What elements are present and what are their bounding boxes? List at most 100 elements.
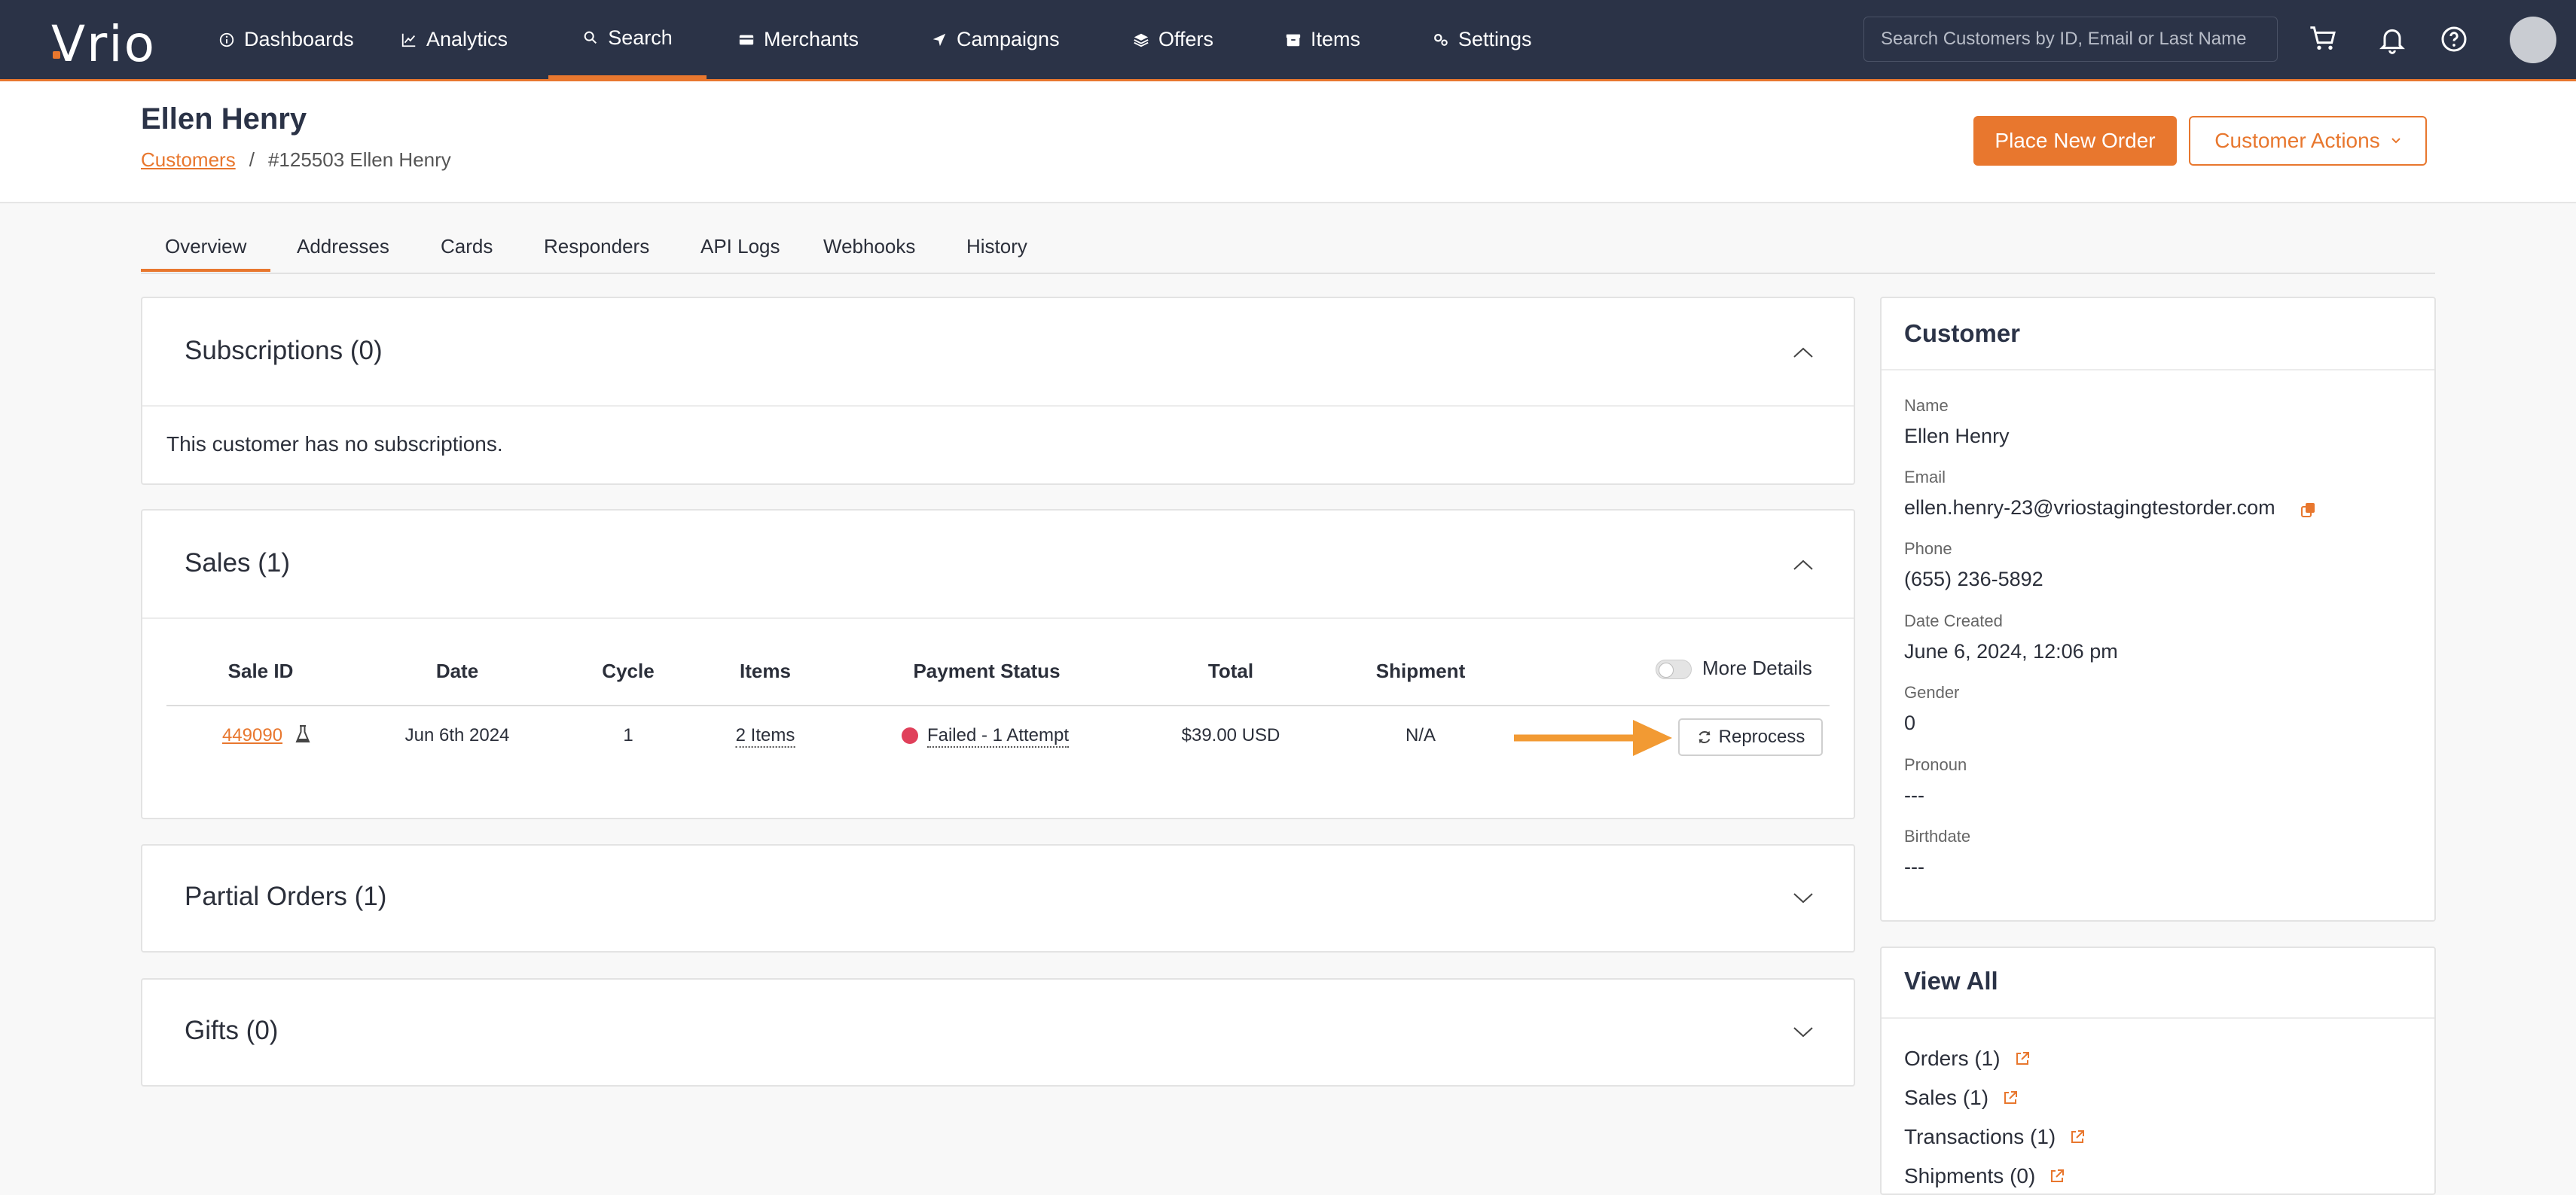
view-link-label: Sales (1)	[1904, 1086, 1989, 1109]
chevron-up-icon[interactable]	[1792, 557, 1814, 572]
breadcrumb-current: #125503 Ellen Henry	[267, 148, 451, 171]
view-all-title: View All	[1904, 967, 1998, 995]
nav-campaigns[interactable]: Campaigns	[931, 0, 1060, 79]
chevron-down-icon[interactable]	[1792, 1025, 1814, 1040]
chevron-up-icon[interactable]	[1792, 345, 1814, 360]
card-divider	[1882, 1017, 2434, 1019]
nav-merchants[interactable]: Merchants	[738, 0, 859, 79]
layers-icon	[1134, 33, 1149, 47]
reprocess-label: Reprocess	[1718, 727, 1805, 747]
nav-analytics[interactable]: Analytics	[401, 0, 508, 79]
col-cycle: Cycle	[602, 660, 655, 682]
nav-dashboards[interactable]: Dashboards	[218, 0, 354, 79]
view-transactions-link[interactable]: Transactions (1)	[1904, 1125, 2086, 1149]
field-value-birthdate: ---	[1904, 855, 1924, 878]
tab-webhooks[interactable]: Webhooks	[823, 235, 915, 258]
customer-actions-label: Customer Actions	[2214, 129, 2380, 152]
more-details-label: More Details	[1702, 657, 1812, 679]
col-items: Items	[740, 660, 791, 682]
tab-api-logs[interactable]: API Logs	[700, 235, 780, 258]
nav-search[interactable]: Search	[548, 0, 707, 79]
tab-overview[interactable]: Overview	[141, 235, 271, 272]
sale-items-link[interactable]: 2 Items	[735, 725, 795, 748]
line-chart-icon	[401, 33, 416, 47]
gifts-panel: Gifts (0)	[141, 978, 1855, 1087]
customer-actions-button[interactable]: Customer Actions	[2189, 116, 2427, 166]
view-link-label: Shipments (0)	[1904, 1164, 2036, 1187]
field-label-email: Email	[1904, 468, 1946, 486]
sale-total: $39.00 USD	[1181, 725, 1280, 745]
breadcrumb: Customers / #125503 Ellen Henry	[141, 148, 451, 172]
nav-items[interactable]: Items	[1285, 0, 1360, 79]
partial-orders-title: Partial Orders (1)	[185, 882, 387, 911]
col-date: Date	[435, 660, 479, 682]
field-label-birthdate: Birthdate	[1904, 827, 1971, 846]
external-link-icon	[2071, 1130, 2085, 1143]
col-total: Total	[1207, 660, 1254, 682]
customer-search-input[interactable]: Search Customers by ID, Email or Last Na…	[1863, 17, 2278, 62]
tab-addresses[interactable]: Addresses	[297, 235, 389, 258]
field-value-phone: (655) 236-5892	[1904, 568, 2043, 590]
col-sale-id: Sale ID	[227, 660, 294, 682]
reprocess-button[interactable]: Reprocess	[1678, 718, 1823, 756]
nav-label: Settings	[1458, 28, 1532, 50]
cart-icon[interactable]	[2308, 23, 2338, 53]
sale-date: Jun 6th 2024	[404, 725, 510, 745]
help-icon[interactable]	[2439, 24, 2469, 54]
field-label-date-created: Date Created	[1904, 611, 2003, 630]
tab-cards[interactable]: Cards	[441, 235, 493, 258]
nav-settings[interactable]: Settings	[1433, 0, 1532, 79]
arrow-annotation-icon	[1514, 720, 1672, 756]
view-shipments-link[interactable]: Shipments (0)	[1904, 1164, 2065, 1188]
nav-offers[interactable]: Offers	[1133, 0, 1213, 79]
external-link-icon	[2051, 1169, 2065, 1182]
panel-divider	[142, 617, 1854, 619]
gifts-title: Gifts (0)	[185, 1016, 279, 1045]
sale-id-link[interactable]: 449090	[222, 725, 282, 746]
breadcrumb-separator: /	[249, 148, 255, 171]
subscriptions-panel: Subscriptions (0) This customer has no s…	[141, 297, 1855, 485]
logo-accent	[53, 51, 60, 59]
tab-history[interactable]: History	[966, 235, 1027, 258]
nav-label: Search	[608, 26, 673, 49]
field-value-email: ellen.henry-23@vriostagingtestorder.com	[1904, 496, 2275, 519]
user-avatar[interactable]	[2510, 17, 2556, 63]
chevron-down-icon[interactable]	[1792, 891, 1814, 906]
breadcrumb-customers-link[interactable]: Customers	[141, 148, 236, 172]
table-header-divider	[166, 705, 1830, 706]
sales-title: Sales (1)	[185, 548, 291, 578]
nav-label: Merchants	[764, 28, 859, 50]
field-label-phone: Phone	[1904, 539, 1952, 558]
search-placeholder: Search Customers by ID, Email or Last Na…	[1881, 29, 2247, 49]
box-icon	[1286, 34, 1301, 46]
info-circle-icon	[219, 32, 234, 47]
field-value-pronoun: ---	[1904, 784, 1924, 806]
partial-orders-panel: Partial Orders (1)	[141, 844, 1855, 953]
view-link-label: Orders (1)	[1904, 1047, 2001, 1070]
customer-card-title: Customer	[1904, 319, 2021, 347]
col-shipment: Shipment	[1375, 660, 1466, 682]
refresh-icon	[1699, 730, 1710, 744]
external-link-icon	[2016, 1052, 2029, 1065]
flask-icon	[295, 725, 310, 742]
field-value-name: Ellen Henry	[1904, 425, 2010, 447]
subscriptions-empty-text: This customer has no subscriptions.	[166, 432, 503, 456]
subscriptions-title: Subscriptions (0)	[185, 336, 383, 365]
bell-icon[interactable]	[2377, 24, 2407, 54]
credit-card-icon	[739, 35, 754, 44]
field-label-name: Name	[1904, 396, 1949, 415]
place-new-order-button[interactable]: Place New Order	[1973, 116, 2177, 166]
nav-label: Campaigns	[957, 28, 1060, 50]
paper-plane-icon	[932, 33, 946, 46]
panel-divider	[142, 405, 1854, 407]
view-orders-link[interactable]: Orders (1)	[1904, 1047, 2031, 1071]
tab-responders[interactable]: Responders	[544, 235, 649, 258]
field-value-date-created: June 6, 2024, 12:06 pm	[1904, 640, 2118, 663]
copy-icon[interactable]	[2300, 501, 2317, 518]
payment-status-link[interactable]: Failed - 1 Attempt	[926, 725, 1070, 748]
view-sales-link[interactable]: Sales (1)	[1904, 1086, 2019, 1110]
nav-label: Offers	[1158, 28, 1214, 50]
more-details-toggle[interactable]	[1656, 660, 1692, 679]
vrio-logo[interactable]: Vrio	[51, 15, 156, 73]
nav-label: Dashboards	[244, 28, 354, 50]
